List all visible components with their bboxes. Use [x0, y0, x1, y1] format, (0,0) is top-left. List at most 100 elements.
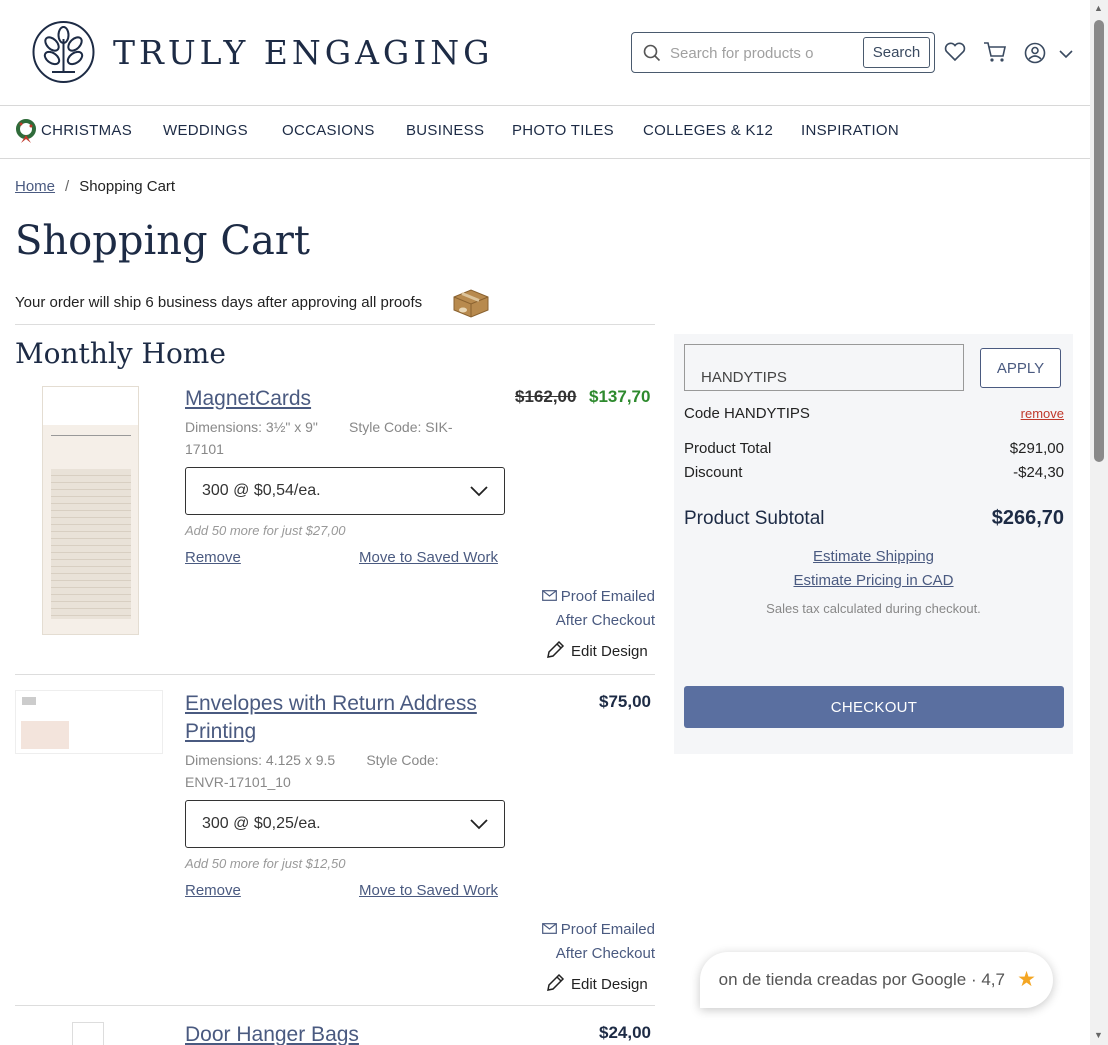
return-address-block [22, 697, 36, 705]
nav-inspiration[interactable]: INSPIRATION [801, 122, 899, 139]
quantity-select[interactable]: 300 @ $0,54/ea. [185, 467, 505, 515]
main-nav: CHRISTMAS WEDDINGS OCCASIONS BUSINESS PH… [0, 106, 1090, 159]
subtotal-row: Product Subtotal $266,70 [684, 507, 1064, 530]
scroll-down-icon[interactable]: ▼ [1094, 1030, 1103, 1040]
google-reviews-badge[interactable]: on de tienda creadas por Google · 4,7 ★ [700, 952, 1053, 1008]
chevron-down-icon[interactable] [1059, 50, 1073, 59]
applied-code-label: Code HANDYTIPS [684, 405, 810, 422]
envelope-design-block [21, 721, 69, 749]
remove-code-button[interactable]: remove [1021, 406, 1064, 421]
remove-button[interactable]: Remove [185, 549, 241, 566]
sale-price: $137,70 [589, 387, 651, 406]
envelope-icon [541, 590, 557, 601]
breadcrumb-current: Shopping Cart [79, 178, 176, 195]
estimate-cad-link[interactable]: Estimate Pricing in CAD [674, 572, 1073, 589]
proof-status: Proof Emailed After Checkout [541, 918, 655, 966]
door-hanger-thumbnail[interactable] [72, 1022, 104, 1045]
nav-christmas[interactable]: CHRISTMAS [41, 122, 132, 139]
quantity-select[interactable]: 300 @ $0,25/ea. [185, 800, 505, 848]
brand-name[interactable]: TRULY ENGAGING [113, 33, 494, 72]
proof-status: Proof Emailed After Checkout [541, 585, 655, 633]
applied-code-row: Code HANDYTIPS [684, 405, 1064, 422]
product-total-label: Product Total [684, 440, 772, 457]
item-meta: Dimensions: 3½" x 9" Style Code: SIK-171… [185, 416, 475, 460]
proof-line2: After Checkout [555, 945, 655, 962]
item-meta: Dimensions: 4.125 x 9.5 Style Code: ENVR… [185, 749, 475, 793]
star-icon: ★ [1017, 968, 1036, 991]
estimate-shipping-link[interactable]: Estimate Shipping [674, 548, 1073, 565]
item-dimensions: Dimensions: 3½" x 9" [185, 419, 318, 435]
original-price: $162,00 [515, 387, 577, 406]
search-icon [643, 44, 661, 62]
chevron-down-icon [470, 819, 488, 830]
page-scrollbar[interactable]: ▲ ▼ [1090, 0, 1108, 1045]
ship-note: Your order will ship 6 business days aft… [15, 294, 423, 311]
edit-design-label: Edit Design [571, 643, 648, 660]
thumbnail-calendar-grid [51, 469, 131, 619]
cart-group-title: Monthly Home [15, 337, 226, 370]
tax-note: Sales tax calculated during checkout. [766, 601, 981, 616]
edit-design-button[interactable]: Edit Design [546, 973, 648, 993]
breadcrumb-separator: / [65, 178, 70, 195]
page-title: Shopping Cart [15, 218, 310, 264]
product-total-value: $291,00 [1009, 440, 1064, 457]
proof-line2: After Checkout [555, 612, 655, 629]
item-name-door-hanger-bags[interactable]: Door Hanger Bags [185, 1021, 359, 1045]
account-icon[interactable] [1024, 42, 1046, 64]
google-badge-text: on de tienda creadas por Google · 4,7 [718, 970, 1005, 989]
item-name-envelopes[interactable]: Envelopes with Return Address Printing [185, 690, 495, 746]
item-price: $24,00 [599, 1023, 651, 1042]
nav-colleges-k12[interactable]: COLLEGES & K12 [643, 122, 773, 139]
promo-code-input[interactable]: HANDYTIPS [684, 344, 964, 391]
shipping-box-icon [453, 289, 489, 318]
divider [15, 674, 655, 675]
envelope-icon [541, 923, 557, 934]
edit-design-button[interactable]: Edit Design [546, 640, 648, 660]
discount-label: Discount [684, 464, 743, 481]
cart-icon[interactable] [983, 41, 1007, 63]
divider [15, 1005, 655, 1006]
magnetcards-thumbnail[interactable] [42, 386, 139, 635]
discount-row: Discount -$24,30 [684, 464, 1064, 481]
heart-icon[interactable] [944, 42, 966, 62]
remove-button[interactable]: Remove [185, 882, 241, 899]
scroll-thumb[interactable] [1094, 20, 1104, 462]
search-input[interactable] [670, 41, 820, 65]
item-name-magnetcards[interactable]: MagnetCards [185, 385, 311, 413]
subtotal-label: Product Subtotal [684, 508, 825, 529]
subtotal-value: $266,70 [991, 507, 1064, 529]
nav-weddings[interactable]: WEDDINGS [163, 122, 248, 139]
item-price: $75,00 [599, 692, 651, 711]
thumbnail-rule [51, 435, 131, 436]
move-to-saved-button[interactable]: Move to Saved Work [359, 882, 498, 899]
quantity-value: 300 @ $0,25/ea. [202, 815, 321, 832]
apply-promo-button[interactable]: APPLY [980, 348, 1061, 388]
order-summary: HANDYTIPS APPLY Code HANDYTIPS remove Pr… [674, 334, 1073, 754]
envelope-thumbnail[interactable] [15, 690, 163, 754]
quantity-value: 300 @ $0,54/ea. [202, 482, 321, 499]
item-dimensions: Dimensions: 4.125 x 9.5 [185, 752, 336, 768]
discount-value: -$24,30 [1013, 464, 1064, 481]
thumbnail-header [43, 387, 138, 425]
move-to-saved-button[interactable]: Move to Saved Work [359, 549, 498, 566]
edit-design-label: Edit Design [571, 976, 648, 993]
search-button[interactable]: Search [863, 37, 930, 68]
nav-business[interactable]: BUSINESS [406, 122, 484, 139]
nav-photo-tiles[interactable]: PHOTO TILES [512, 122, 614, 139]
brand-logo-icon[interactable] [32, 17, 95, 87]
divider [15, 324, 655, 325]
pencil-icon [547, 640, 565, 658]
add-more-hint: Add 50 more for just $12,50 [185, 856, 346, 871]
scroll-up-icon[interactable]: ▲ [1094, 3, 1103, 13]
breadcrumb-home[interactable]: Home [15, 178, 55, 195]
breadcrumb: Home / Shopping Cart [15, 178, 175, 195]
proof-line1: Proof Emailed [560, 588, 655, 605]
proof-line1: Proof Emailed [560, 921, 655, 938]
nav-occasions[interactable]: OCCASIONS [282, 122, 375, 139]
add-more-hint: Add 50 more for just $27,00 [185, 523, 346, 538]
checkout-button[interactable]: CHECKOUT [684, 686, 1064, 728]
search-bar: Search [631, 32, 935, 73]
chevron-down-icon [470, 486, 488, 497]
product-total-row: Product Total $291,00 [684, 440, 1064, 457]
site-header: TRULY ENGAGING Search [0, 0, 1090, 106]
